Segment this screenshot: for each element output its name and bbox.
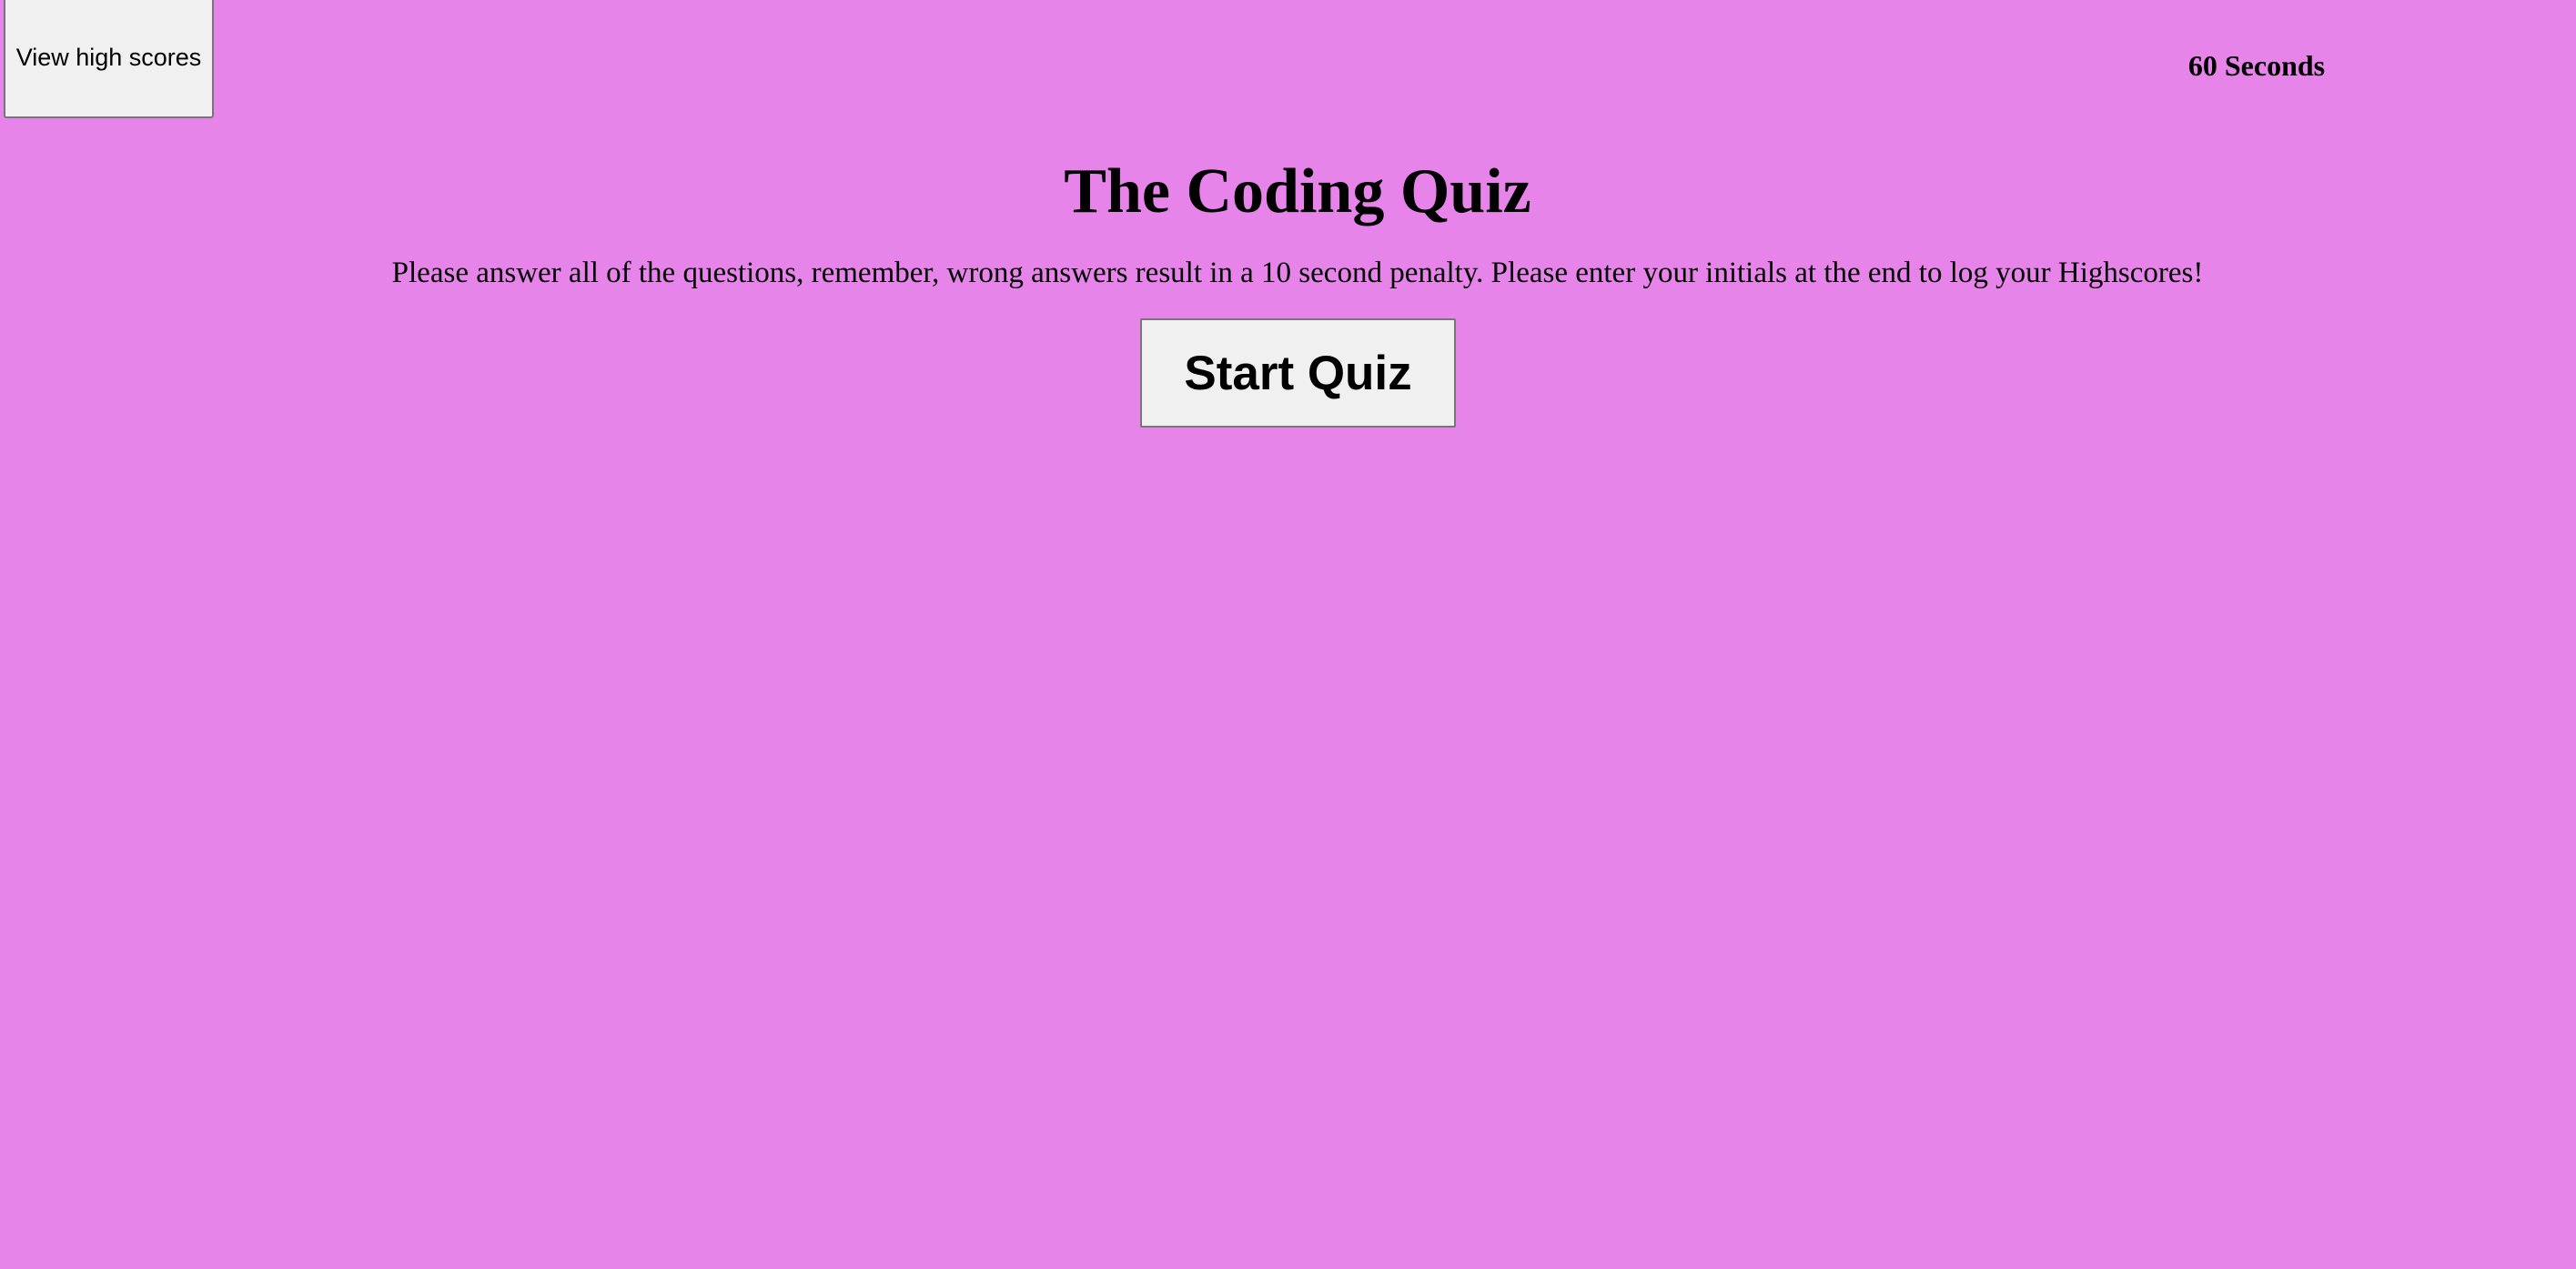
view-high-scores-button[interactable]: View high scores: [4, 0, 214, 118]
start-quiz-button[interactable]: Start Quiz: [1140, 318, 1456, 428]
page-title: The Coding Quiz: [1064, 156, 1531, 227]
quiz-instructions: Please answer all of the questions, reme…: [391, 257, 2204, 289]
timer-display: 60 Seconds: [2187, 49, 2326, 82]
